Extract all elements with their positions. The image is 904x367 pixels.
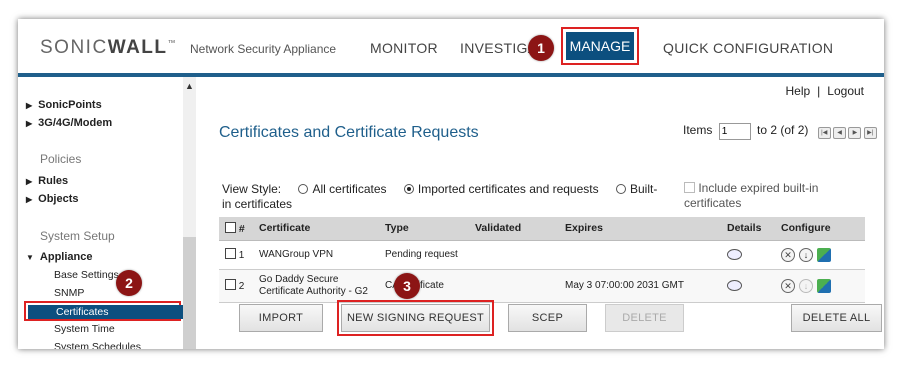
help-link[interactable]: Help: [785, 84, 810, 98]
radio-all-certificates[interactable]: [298, 184, 309, 194]
col-configure: Configure: [775, 217, 865, 241]
radio-imported-certificates[interactable]: [403, 184, 414, 194]
cell-validated: [469, 269, 559, 303]
logout-link[interactable]: Logout: [827, 84, 864, 98]
col-validated: Validated: [469, 217, 559, 241]
comment-bubble-icon[interactable]: [727, 248, 742, 260]
sidebar-item-sonicpoints[interactable]: ▶ SonicPoints: [26, 99, 102, 111]
main-content: Help | Logout Certificates and Certificate…: [196, 77, 884, 349]
col-expires: Expires: [559, 217, 721, 241]
callout-2: 2: [116, 270, 142, 296]
table-row: 2 Go Daddy Secure Certificate Authority …: [219, 269, 865, 303]
sidebar-scrollbar[interactable]: ▲: [183, 77, 196, 349]
expand-arrow-icon: ▶: [26, 195, 33, 204]
cell-expires: May 3 07:00:00 2031 GMT: [559, 269, 721, 303]
header-select-all: #: [219, 217, 253, 241]
delete-button[interactable]: DELETE: [605, 304, 684, 332]
comment-bubble-icon[interactable]: [727, 279, 742, 291]
sidebar-item-certificates[interactable]: Certificates: [28, 305, 185, 319]
callout-3: 3: [394, 273, 420, 299]
cell-expires: [559, 240, 721, 270]
items-start-input[interactable]: [718, 123, 751, 141]
scroll-up-icon[interactable]: ▲: [185, 81, 194, 91]
page-title: Certificates and Certificate Requests: [219, 124, 479, 141]
nav-monitor[interactable]: MONITOR: [370, 40, 438, 56]
scep-button[interactable]: SCEP: [508, 304, 587, 332]
pagination: Items to 2 (of 2) |◀ ◀ ▶ ▶|: [683, 123, 877, 141]
expand-arrow-icon: ▶: [26, 119, 33, 128]
download-icon: ↓: [799, 278, 813, 293]
cell-validated: [469, 240, 559, 270]
cell-certificate: Go Daddy Secure Certificate Authority - …: [253, 269, 379, 303]
configure-cubes-icon[interactable]: [817, 278, 831, 293]
product-name: Network Security Appliance: [190, 42, 337, 56]
sidebar-item-modem[interactable]: ▶ 3G/4G/Modem: [26, 117, 112, 129]
row-checkbox[interactable]: [225, 248, 236, 259]
sidebar-section-policies: Policies: [40, 152, 82, 166]
cell-certificate: WANGroup VPN: [253, 240, 379, 270]
cell-type: CA certificate: [379, 269, 469, 303]
download-icon[interactable]: ↓: [799, 247, 813, 262]
cell-type: Pending request: [379, 240, 469, 270]
expand-arrow-icon: ▶: [26, 177, 33, 186]
select-all-checkbox[interactable]: [225, 221, 236, 233]
include-expired-option: Include expired built-in certificates: [684, 181, 819, 210]
expand-arrow-icon: ▶: [26, 101, 33, 110]
sidebar-item-rules[interactable]: ▶ Rules: [26, 175, 68, 187]
sidebar: ▶ SonicPoints ▶ 3G/4G/Modem Policies ▶ Rule…: [18, 77, 196, 349]
first-page-icon[interactable]: |◀: [817, 127, 831, 139]
top-header: SONICWALL™ Network Security Appliance MO…: [18, 19, 884, 77]
sidebar-active-highlight: Certificates: [24, 301, 185, 321]
sidebar-item-system-time[interactable]: System Time: [54, 323, 115, 335]
sidebar-section-system-setup: System Setup: [40, 229, 115, 243]
sidebar-item-snmp[interactable]: SNMP: [54, 287, 84, 299]
import-button[interactable]: IMPORT: [239, 304, 323, 332]
last-page-icon[interactable]: ▶|: [863, 127, 877, 139]
col-certificate: Certificate: [253, 217, 379, 241]
delete-all-button[interactable]: DELETE ALL: [791, 304, 882, 332]
sidebar-item-objects[interactable]: ▶ Objects: [26, 193, 79, 205]
sidebar-item-base-settings[interactable]: Base Settings: [54, 269, 119, 281]
prev-page-icon[interactable]: ◀: [833, 127, 847, 139]
delete-circle-icon[interactable]: ✕: [781, 278, 795, 293]
collapse-arrow-icon: ▼: [26, 253, 34, 262]
sonicwall-logo: SONICWALL™: [40, 37, 178, 58]
nav-manage[interactable]: MANAGE: [566, 32, 634, 60]
configure-cubes-icon[interactable]: [817, 247, 831, 262]
col-type: Type: [379, 217, 469, 241]
col-details: Details: [721, 217, 775, 241]
new-signing-request-button[interactable]: NEW SIGNING REQUEST: [341, 304, 490, 332]
nav-manage-highlight: MANAGE: [561, 27, 639, 65]
nav-quick-configuration[interactable]: QUICK CONFIGURATION: [663, 40, 833, 56]
view-style-options: View Style: All certificates Imported ce…: [222, 182, 658, 211]
include-expired-checkbox[interactable]: [684, 182, 695, 193]
next-page-icon[interactable]: ▶: [848, 127, 862, 139]
delete-circle-icon[interactable]: ✕: [781, 247, 795, 262]
radio-built-in-certificates[interactable]: [615, 184, 626, 194]
certificates-table: # Certificate Type Validated Expires Det…: [219, 217, 865, 303]
scrollbar-thumb[interactable]: [183, 237, 196, 349]
top-links: Help | Logout: [785, 84, 864, 98]
pager-buttons: |◀ ◀ ▶ ▶|: [817, 123, 877, 139]
row-checkbox[interactable]: [225, 279, 236, 290]
app-window: SONICWALL™ Network Security Appliance MO…: [18, 19, 884, 349]
sidebar-item-appliance[interactable]: ▼ Appliance: [26, 251, 93, 263]
table-row: 1 WANGroup VPN Pending request ✕ ↓: [219, 240, 865, 270]
callout-1: 1: [528, 35, 554, 61]
sidebar-item-system-schedules[interactable]: System Schedules: [54, 341, 141, 349]
